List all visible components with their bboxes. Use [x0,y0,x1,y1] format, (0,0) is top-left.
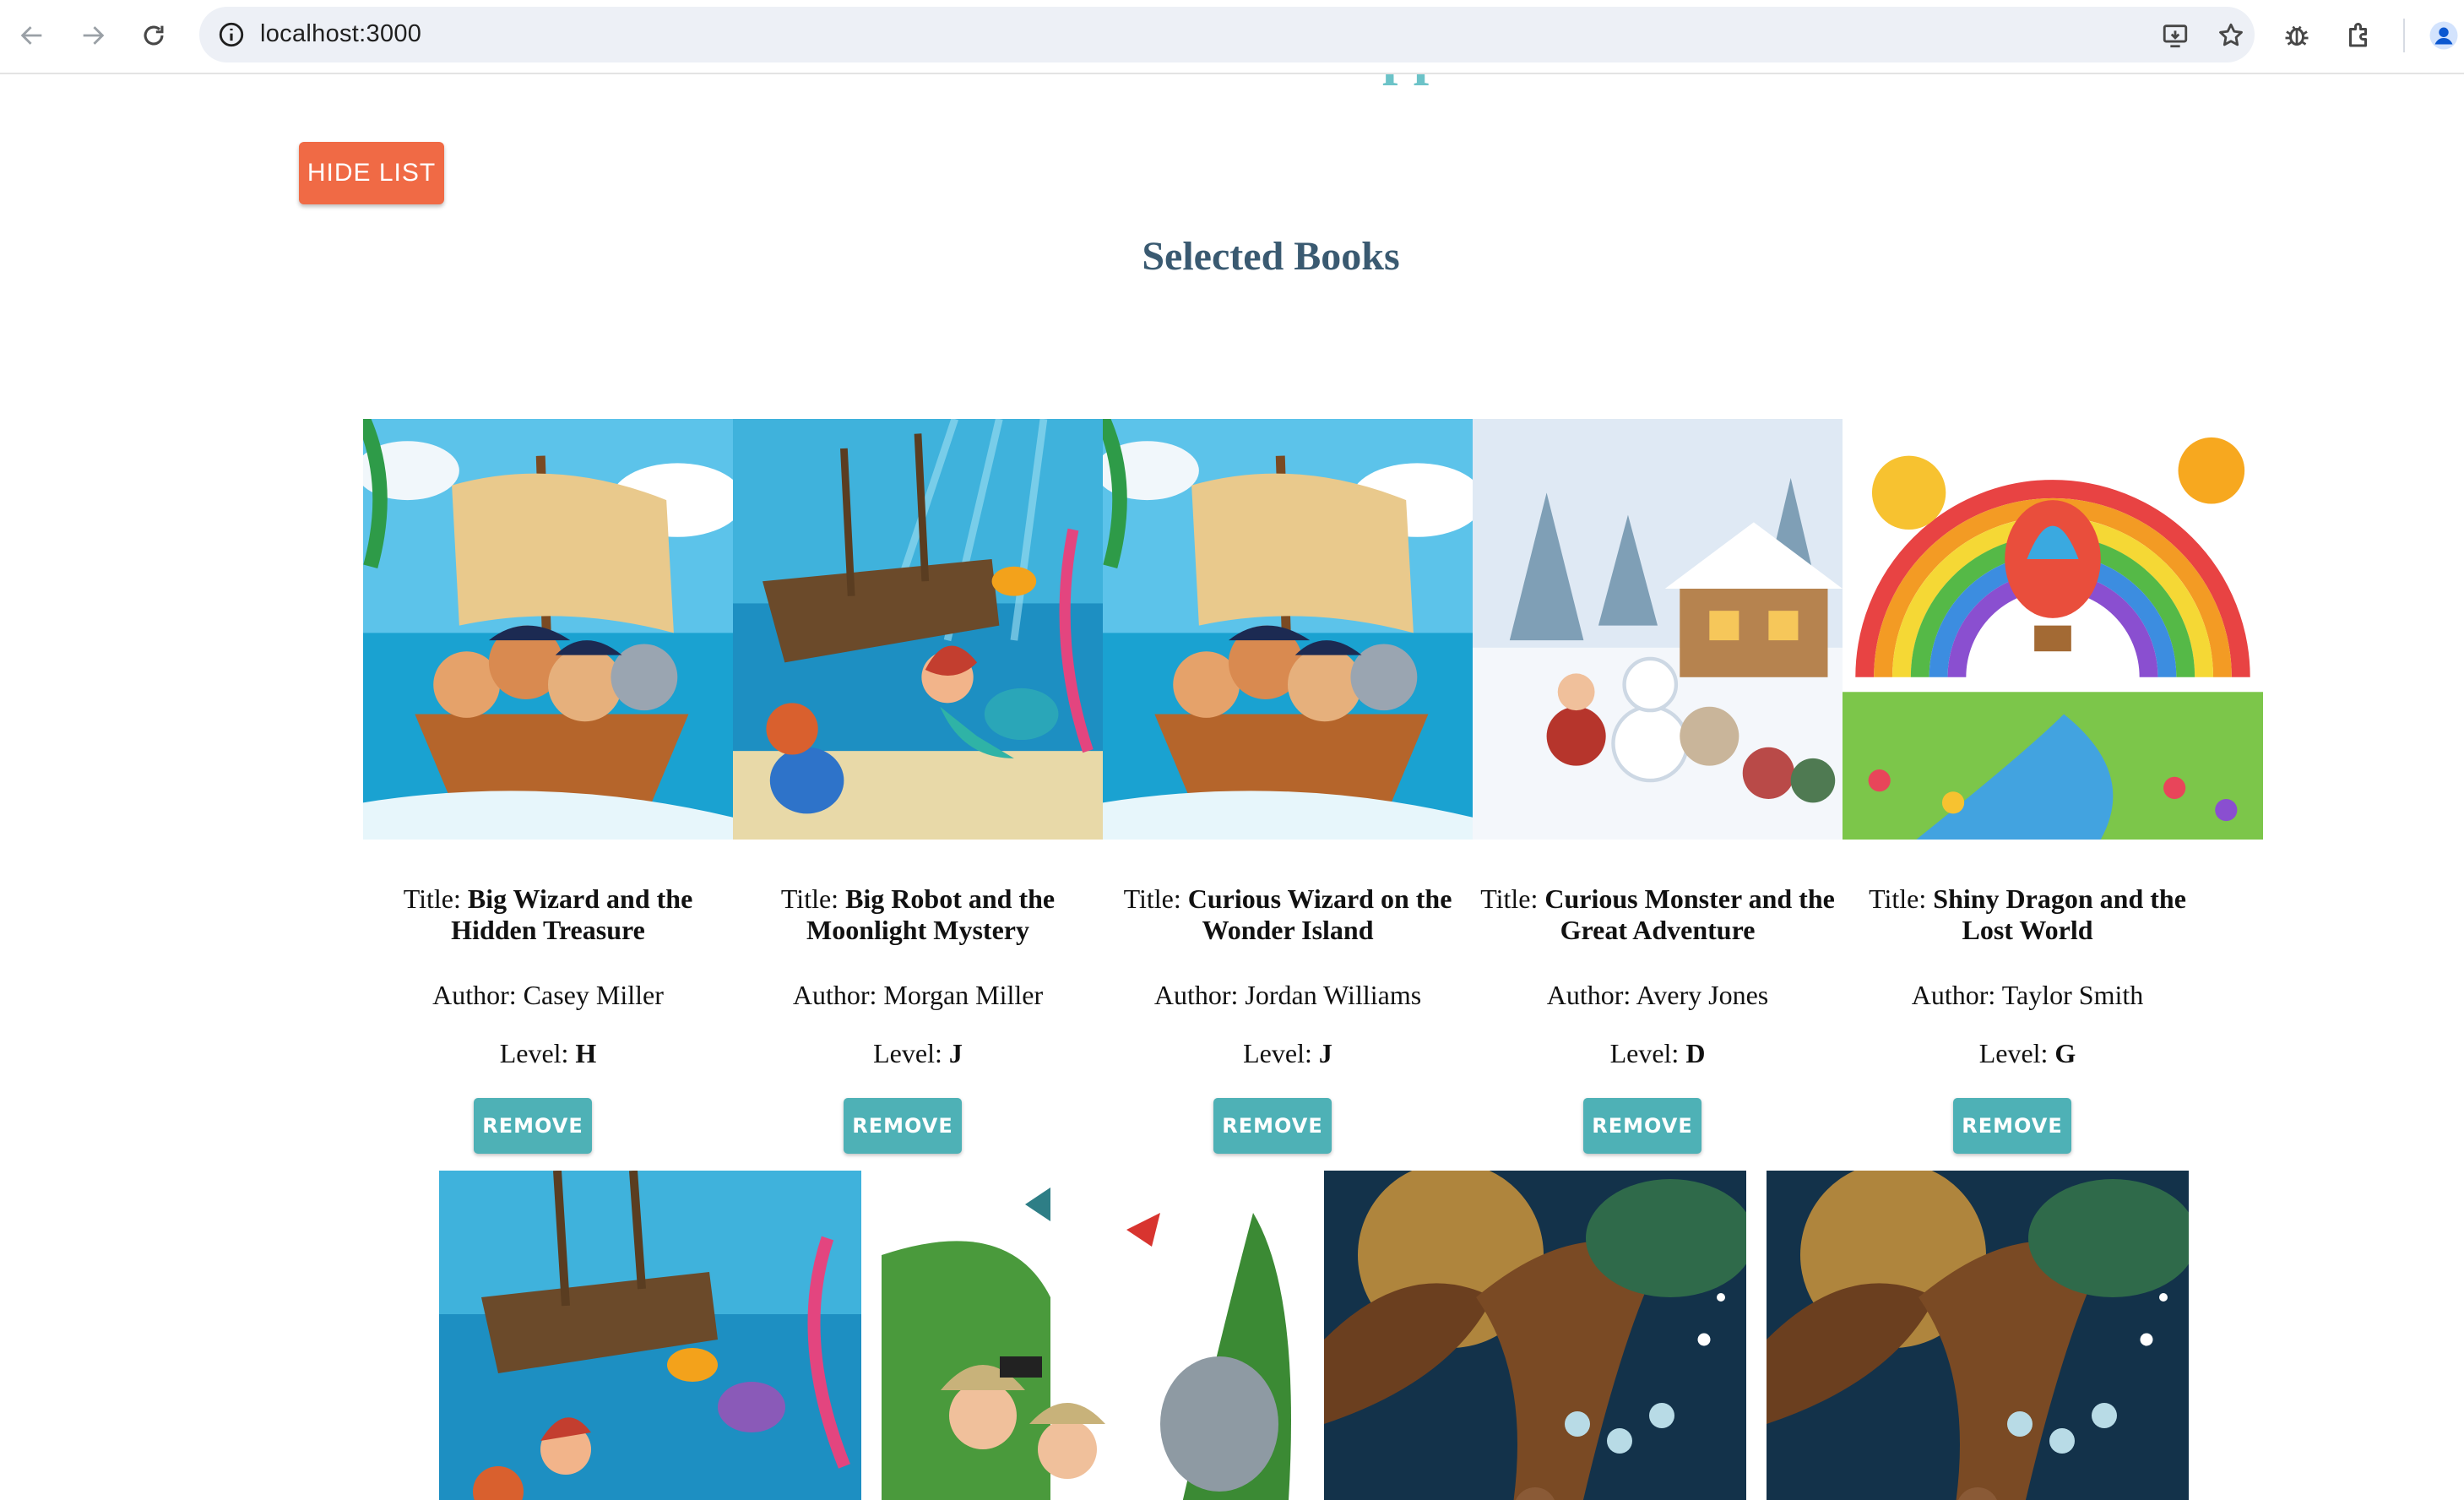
book-author-value: Morgan Miller [883,980,1044,1010]
bookmark-button[interactable] [2212,17,2250,54]
rainbow-balloon-cover [1843,419,2263,840]
book-title: Title: Shiny Dragon and the Lost World [1843,883,2212,946]
book-author: Author: Avery Jones [1473,980,1843,1011]
book-level-value: D [1685,1038,1706,1068]
book-author: Author: Morgan Miller [733,980,1103,1011]
remove-button[interactable]: REMOVE [1953,1098,2071,1154]
book-level-value: J [1318,1038,1332,1068]
enchanted-forest-cover[interactable] [1324,1171,1746,1500]
book-author-value: Taylor Smith [2001,980,2144,1010]
book-level-value: H [575,1038,597,1068]
book-title: Title: Curious Wizard on the Wonder Isla… [1103,883,1473,946]
install-app-icon [2163,24,2188,48]
profile-icon [2429,21,2458,50]
book-level-value: J [948,1038,963,1068]
back-button[interactable] [10,14,54,57]
forward-icon [83,26,105,45]
pirate-ship-cover [363,419,733,840]
url-text[interactable]: localhost:3000 [260,20,421,48]
author-prefix: Author: [792,980,884,1010]
book-title: Title: Big Wizard and the Hidden Treasur… [363,883,733,946]
author-prefix: Author: [1911,980,2002,1010]
book-title: Title: Curious Monster and the Great Adv… [1473,883,1843,946]
site-info-button[interactable] [211,14,252,55]
underwater-shipwreck-cover [733,419,1103,840]
app-title: Ello Book App [0,74,2464,88]
reload-icon [144,25,164,46]
title-prefix: Title: [1480,883,1545,914]
extension-bug-icon [2285,25,2309,46]
site-info-icon [219,22,244,47]
jungle-safari-cover[interactable] [882,1171,1304,1500]
selected-books-grid: Title: Big Wizard and the Hidden Treasur… [0,419,2464,1230]
book-title-value: Curious Monster and the Great Adventure [1544,883,1835,945]
browser-toolbar: localhost:3000 [0,0,2464,74]
forward-button[interactable] [71,14,115,57]
back-icon [20,26,42,45]
book-author-value: Casey Miller [523,980,664,1010]
remove-button[interactable]: REMOVE [1583,1098,1701,1154]
page-content: Ello Book App HIDE LIST Selected Books [0,74,2464,1500]
profile-button[interactable] [2423,15,2464,56]
extension-bug-button[interactable] [2277,15,2317,56]
book-author: Author: Taylor Smith [1843,980,2212,1011]
book-author: Author: Casey Miller [363,980,733,1011]
book-title: Title: Big Robot and the Moonlight Myste… [733,883,1103,946]
book-level: Level: J [733,1038,1103,1069]
book-author-value: Avery Jones [1636,980,1769,1010]
book-author-value: Jordan Williams [1245,980,1422,1010]
level-prefix: Level: [499,1038,576,1068]
level-prefix: Level: [1609,1038,1686,1068]
author-prefix: Author: [1546,980,1636,1010]
book-level: Level: J [1103,1038,1473,1069]
book-author: Author: Jordan Williams [1103,980,1473,1011]
remove-button[interactable]: REMOVE [844,1098,962,1154]
reload-button[interactable] [132,14,176,57]
underwater-shipwreck-cover[interactable] [439,1171,861,1500]
title-prefix: Title: [780,883,846,914]
bookmark-star-icon [2219,23,2243,46]
book-level: Level: G [1843,1038,2212,1069]
enchanted-forest-cover[interactable] [1767,1171,2189,1500]
extensions-button[interactable] [2339,15,2380,56]
toolbar-divider [2403,19,2405,52]
title-prefix: Title: [1869,883,1934,914]
remove-button[interactable]: REMOVE [1213,1098,1332,1154]
level-prefix: Level: [1978,1038,2055,1068]
author-prefix: Author: [432,980,524,1010]
title-prefix: Title: [403,883,468,914]
book-title-value: Shiny Dragon and the Lost World [1933,883,2186,945]
book-title-value: Big Wizard and the Hidden Treasure [451,883,693,945]
level-prefix: Level: [873,1038,949,1068]
pirate-ship-cover [1103,419,1473,840]
extensions-puzzle-icon [2349,23,2367,47]
snowy-village-cover [1473,419,1843,840]
level-prefix: Level: [1243,1038,1319,1068]
hide-list-button[interactable]: HIDE LIST [299,142,444,204]
book-level-value: G [2054,1038,2076,1068]
title-prefix: Title: [1123,883,1188,914]
author-prefix: Author: [1153,980,1246,1010]
install-app-button[interactable] [2157,17,2194,54]
remove-button[interactable]: REMOVE [474,1098,592,1154]
book-level: Level: D [1473,1038,1843,1069]
book-level: Level: H [363,1038,733,1069]
address-bar[interactable]: localhost:3000 [199,7,2255,62]
book-title-value: Curious Wizard on the Wonder Island [1187,883,1452,945]
selected-books-heading: Selected Books [1142,234,1400,279]
